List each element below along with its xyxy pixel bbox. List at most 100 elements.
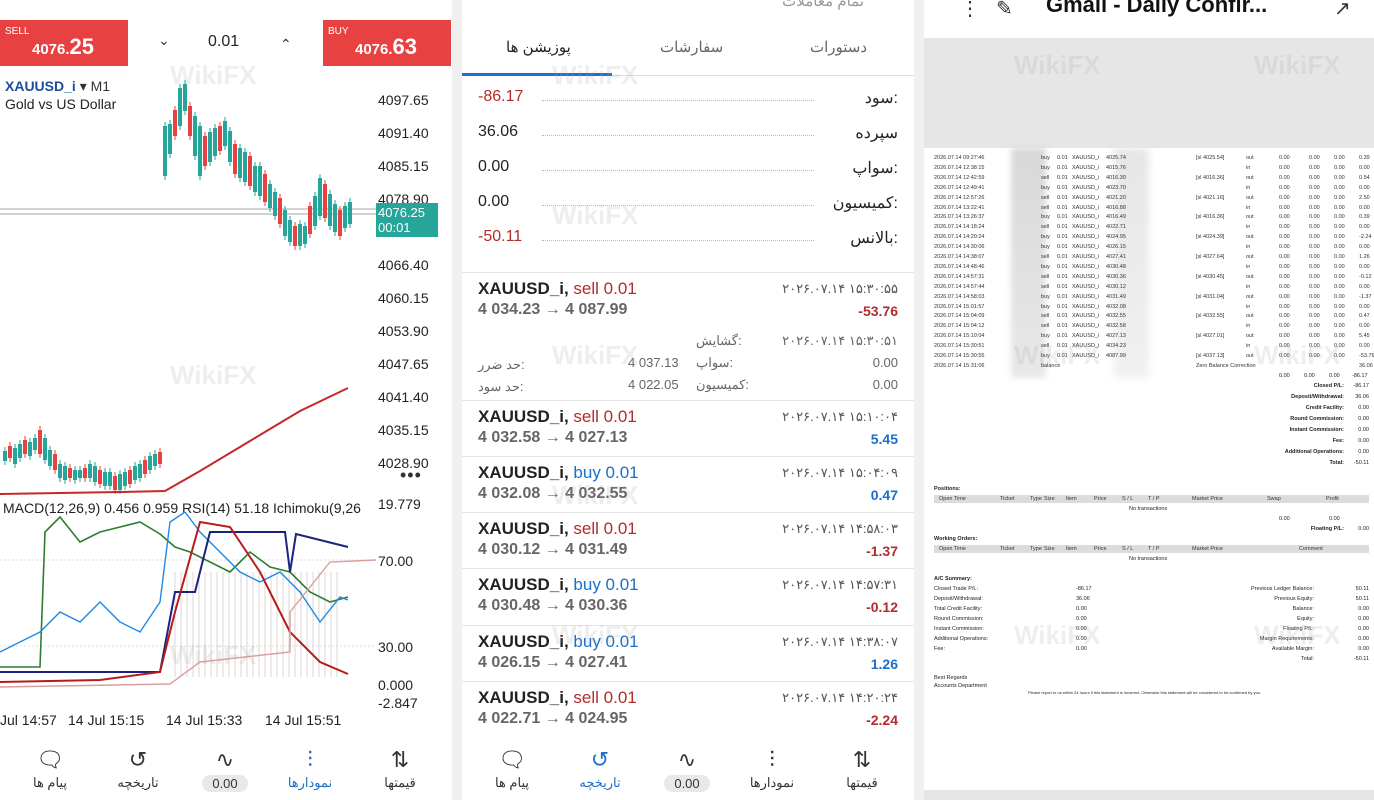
candle-body [348,202,352,224]
position-side: sell 0.01 [573,519,637,538]
position-item[interactable]: XAUUSD_i, buy 0.01 4 026.15 → 4 027.41 ۲۰۲… [462,625,914,681]
statement-document[interactable]: 2026.07.14 09:27:46 buy 0.01 XAUUSD_i 4025.7… [924,38,1374,800]
statement-cell: 0.00 [1334,263,1345,270]
statement-cell: out [1246,273,1254,280]
time-tick-label: Jul 14:57 [0,712,57,728]
summary-row: -86.17 سود: [462,88,914,116]
statement-cell: 0.00 [1309,353,1320,359]
messages-icon: 🗨 [36,747,64,772]
regards: Best Regards [934,675,968,681]
position-symbol: XAUUSD_i, [478,575,574,594]
candle-body [303,226,307,244]
ac-label: Round Commission: [934,616,984,622]
statement-cell: 2026.07.14 14:30:06 [934,244,985,251]
statement-cell: 0.00 [1309,174,1320,181]
more-icon[interactable]: ••• [400,465,422,486]
statement-cell: XAUUSD_i [1072,244,1100,251]
statement-cell: sell [1041,194,1050,201]
statement-cell: 0.00 [1334,273,1345,280]
statement-cell: sell [1041,254,1050,260]
position-prices: 4 032.08 → 4 032.55 [478,485,628,502]
position-item[interactable]: XAUUSD_i, buy 0.01 4 032.08 → 4 032.55 ۲۰۲… [462,456,914,512]
nav-charts[interactable]: ⫶ نمودارها [727,745,817,791]
chevron-down-icon[interactable]: ⌄ [158,32,170,49]
detail-value: 0.00 [872,355,898,370]
chevron-up-icon[interactable]: ⌃ [280,36,292,53]
position-item[interactable]: XAUUSD_i, sell 0.01 4 022.71 → 4 024.95 ۲۰… [462,681,914,737]
sell-button[interactable]: SELL 4076.25 [0,20,128,66]
symbol-label[interactable]: XAUUSD_i ▾ M1 [5,78,110,95]
quotes-icon: ⇅ [852,747,872,772]
statement-cell: [sl 4037.13] [1196,353,1225,359]
statement-cell: out [1246,313,1254,320]
share-icon[interactable]: ↗ [1334,0,1351,21]
ac-value: 0.00 [1358,616,1369,622]
nav-charts[interactable]: ⫶ نمودارها [265,745,355,791]
statement-row: 2026.07.14 14:20:24 buy 0.01 XAUUSD_i 4024.9… [934,233,1372,243]
candle-body [78,470,82,478]
positions-header: Open Time Ticket Type Size Item Price S / L T /… [934,495,1369,503]
statement-cell: 0.00 [1359,184,1370,191]
candle-body [58,464,62,478]
buy-button[interactable]: BUY 4076.63 [323,20,451,66]
more-vert-icon[interactable]: ⋮ [960,0,980,21]
tab-orders[interactable]: سفارشات [660,38,723,56]
nav-history[interactable]: ↺ تاریخچه [555,745,645,791]
statement-cell: 2026.07.14 15:04:09 [934,313,985,320]
statement-cell: 0.01 [1057,184,1068,191]
nav-quotes[interactable]: ⇅ قیمتها [817,745,907,791]
statement-cell: sell [1041,224,1050,231]
statement-cell: -0.12 [1359,273,1372,280]
statement-cell: 4021.20 [1106,194,1126,201]
price-chart[interactable] [0,66,376,496]
statement-cell: 4016.88 [1106,204,1126,211]
position-symbol: XAUUSD_i, [478,632,574,651]
tab-positions[interactable]: پوزیشن ها [506,38,571,56]
nav-trade[interactable]: ∿ 0.00 [180,745,270,792]
statement-cell: 0.01 [1057,174,1068,181]
lot-stepper[interactable]: ⌄ 0.01 ⌃ [128,20,323,66]
statement-cell: 4027.13 [1106,333,1126,340]
statement-cell: XAUUSD_i [1072,273,1100,280]
charts-icon: ⫶ [769,747,775,772]
nav-label: قیمتها [846,775,878,790]
nav-quotes[interactable]: ⇅ قیمتها [355,745,445,791]
position-item[interactable]: XAUUSD_i, sell 0.01 4 034.23 → 4 087.99 ۲۰… [462,272,914,400]
candle-body [278,198,282,224]
position-item[interactable]: XAUUSD_i, sell 0.01 4 030.12 → 4 031.49 ۲۰… [462,512,914,568]
nav-history[interactable]: ↺ تاریخچه [93,745,183,791]
statement-cell: 2026.07.14 15:01:57 [934,303,985,310]
statement-cell: [sl 4016.36] [1196,174,1225,181]
ac-label: Margin Requirements: [1259,636,1314,642]
position-profit: -2.24 [866,712,898,728]
position-symbol: XAUUSD_i, [478,519,574,538]
position-title: XAUUSD_i, sell 0.01 [478,688,637,708]
candle-body [18,444,22,458]
statement-cell: 4027.41 [1106,254,1126,260]
position-item[interactable]: XAUUSD_i, buy 0.01 4 030.48 → 4 030.36 ۲۰۲… [462,568,914,624]
statement-row: 2026.07.14 14:57:31 sell 0.01 XAUUSD_i 4030.… [934,273,1372,283]
nav-trade[interactable]: ∿ 0.00 [642,745,732,792]
candle-body [258,166,262,196]
statement-cell: 0.00 [1279,293,1290,300]
nav-label: 0.00 [202,775,248,792]
statement-cell: buy [1041,184,1050,191]
edit-icon[interactable]: ✎ [996,0,1013,21]
header-cell: Market Price [1192,546,1223,552]
nav-messages[interactable]: 🗨 پیام ها [5,745,95,791]
statement-row: 2026.07.14 14:18:24 sell 0.01 XAUUSD_i 4022.… [934,223,1370,233]
position-item[interactable]: XAUUSD_i, sell 0.01 4 032.58 → 4 027.13 ۲۰… [462,400,914,456]
ac-label: Available Margin: [1271,646,1314,652]
candle-body [243,152,247,182]
detail-value: 4 022.05 [628,377,679,392]
statement-cell: 0.00 [1334,323,1345,330]
statement-cell: 4087.99 [1106,353,1126,359]
summary-row: 0.00 سواپ: [462,158,914,186]
candle-body [178,88,182,126]
nav-messages[interactable]: 🗨 پیام ها [467,745,557,791]
indicator-chart[interactable] [0,512,376,707]
tab-deals[interactable]: دستورات [810,38,867,56]
statement-cell: 0.00 [1334,155,1345,161]
candle-body [273,192,277,216]
statement-cell: 4032.08 [1106,303,1126,310]
